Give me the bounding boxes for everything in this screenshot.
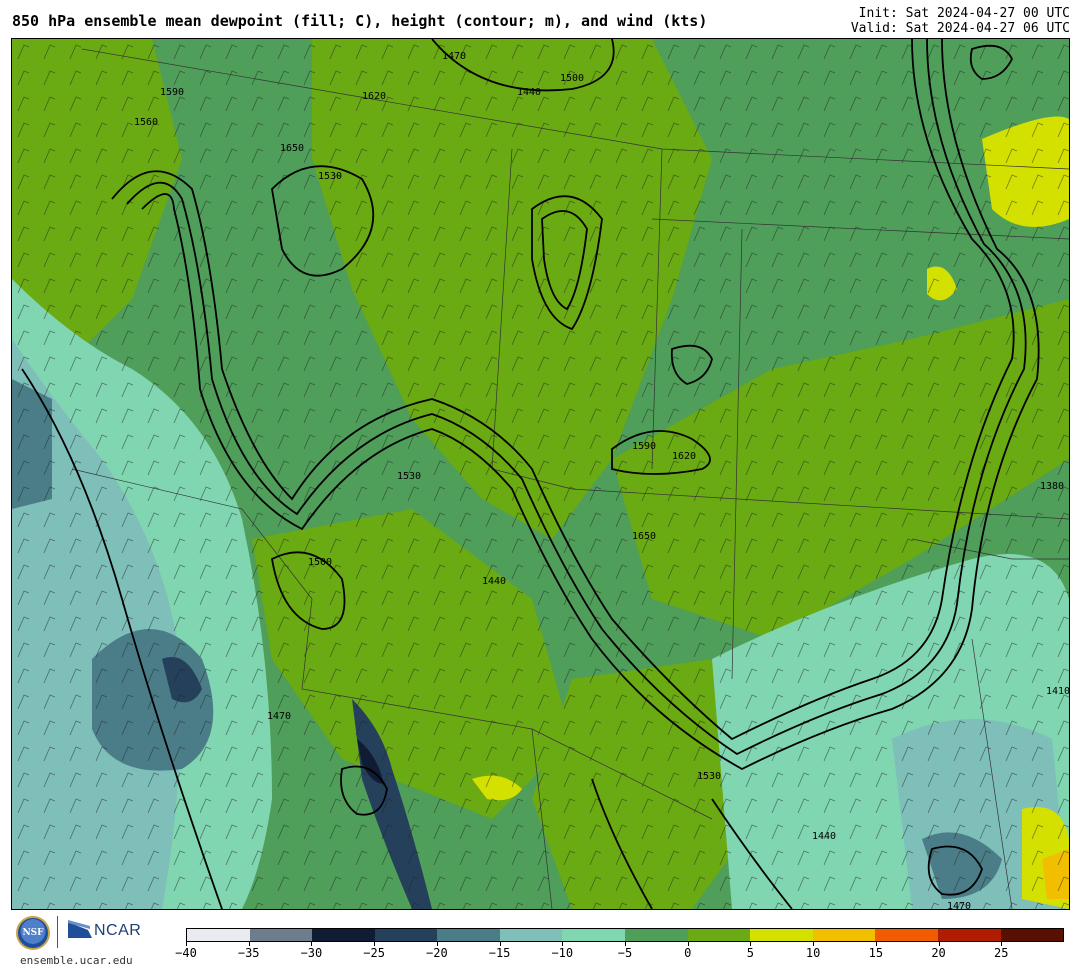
colorbar-tick-mark bbox=[499, 942, 501, 946]
colorbar-tick-mark bbox=[436, 942, 438, 946]
contour-label: 1410 bbox=[1046, 686, 1069, 697]
colorbar-tick-label: −15 bbox=[488, 946, 511, 960]
colorbar-tick-mark bbox=[374, 942, 376, 946]
contour-label: 1440 bbox=[517, 87, 541, 98]
colorbar-swatch bbox=[374, 929, 438, 941]
colorbar-tick-mark bbox=[687, 942, 689, 946]
colorbar-swatch bbox=[812, 929, 876, 941]
contour-label: 1500 bbox=[308, 557, 332, 568]
wind-barbs bbox=[12, 39, 1069, 909]
contour-label: 1650 bbox=[280, 143, 304, 154]
colorbar-tick-mark bbox=[311, 942, 313, 946]
colorbar-tick-label: 0 bbox=[684, 946, 692, 960]
contour-label: 1500 bbox=[560, 73, 584, 84]
colorbar-tick-mark bbox=[1001, 942, 1003, 946]
time-info: Init: Sat 2024-04-27 00 UTC Valid: Sat 2… bbox=[851, 6, 1070, 36]
colorbar-tick-mark bbox=[625, 942, 626, 946]
contour-label: 1440 bbox=[812, 831, 836, 842]
colorbar-tick-label: −30 bbox=[300, 946, 323, 960]
logo-divider bbox=[57, 916, 58, 948]
colorbar-tick-mark bbox=[813, 942, 815, 946]
colorbar-swatch bbox=[625, 929, 688, 941]
colorbar-tick-label: 10 bbox=[805, 946, 821, 960]
contour-label: 1530 bbox=[697, 771, 721, 782]
dewpoint-map: 1590 1560 1530 1620 1470 1500 1440 1650 … bbox=[11, 38, 1070, 910]
colorbar-tick-label: −40 bbox=[175, 946, 197, 960]
colorbar-swatch bbox=[687, 929, 751, 941]
colorbar-swatch bbox=[249, 929, 313, 941]
colorbar-tick-mark bbox=[186, 942, 187, 946]
colorbar-swatch bbox=[937, 929, 1001, 941]
ncar-logo-icon bbox=[68, 920, 92, 938]
contour-label: 1440 bbox=[482, 576, 506, 587]
colorbar-tick-mark bbox=[248, 942, 250, 946]
contour-label: 1560 bbox=[134, 117, 158, 128]
logo-area: NSF NCAR ensemble.ucar.edu bbox=[14, 914, 154, 970]
contour-label: 1470 bbox=[267, 711, 291, 722]
colorbar-swatch bbox=[1000, 929, 1064, 941]
colorbar-ticks: −40 −35 −30 −25 −20 −15 −10 −5 0 5 10 15 20 25 bbox=[175, 942, 1064, 972]
contour-label: 1470 bbox=[947, 901, 971, 909]
colorbar-swatch bbox=[437, 929, 500, 941]
colorbar-swatch bbox=[875, 929, 938, 941]
contour-label: 1590 bbox=[632, 441, 656, 452]
colorbar-swatch bbox=[312, 929, 375, 941]
map-title: 850 hPa ensemble mean dewpoint (fill; C)… bbox=[12, 12, 708, 30]
colorbar-tick-label: 15 bbox=[868, 946, 884, 960]
colorbar-tick-label: −5 bbox=[617, 946, 633, 960]
colorbar-swatch bbox=[499, 929, 563, 941]
contour-label: 1620 bbox=[362, 91, 386, 102]
colorbar-tick-mark bbox=[875, 942, 877, 946]
contour-label: 1380 bbox=[1040, 481, 1064, 492]
colorbar-tick-label: 25 bbox=[994, 946, 1009, 960]
colorbar-tick-label: −35 bbox=[237, 946, 260, 960]
nsf-logo: NSF bbox=[16, 916, 50, 950]
contour-label: 1620 bbox=[672, 451, 696, 462]
colorbar-tick-mark bbox=[562, 942, 564, 946]
colorbar-tick-mark bbox=[750, 942, 752, 946]
colorbar-tick-label: −25 bbox=[363, 946, 385, 960]
contour-label: 1650 bbox=[632, 531, 656, 542]
contour-label: 1470 bbox=[442, 51, 466, 62]
contour-label: 1530 bbox=[318, 171, 342, 182]
colorbar-tick-label: 5 bbox=[746, 946, 755, 960]
colorbar-tick-label: −10 bbox=[551, 946, 574, 960]
colorbar-tick-label: −20 bbox=[426, 946, 448, 960]
contour-label: 1530 bbox=[397, 471, 421, 482]
ncar-logo-text: NCAR bbox=[94, 922, 142, 939]
colorbar-swatch bbox=[562, 929, 626, 941]
valid-time: Valid: Sat 2024-04-27 06 UTC bbox=[850, 21, 1070, 36]
colorbar-tick-label: 20 bbox=[931, 946, 946, 960]
contour-label: 1590 bbox=[160, 87, 184, 98]
colorbar-tick-mark bbox=[938, 942, 940, 946]
colorbar bbox=[186, 928, 1064, 942]
init-time: Init: Sat 2024-04-27 00 UTC bbox=[858, 6, 1070, 21]
site-url: ensemble.ucar.edu bbox=[20, 954, 133, 967]
colorbar-swatch bbox=[750, 929, 813, 941]
colorbar-swatch bbox=[187, 929, 250, 941]
